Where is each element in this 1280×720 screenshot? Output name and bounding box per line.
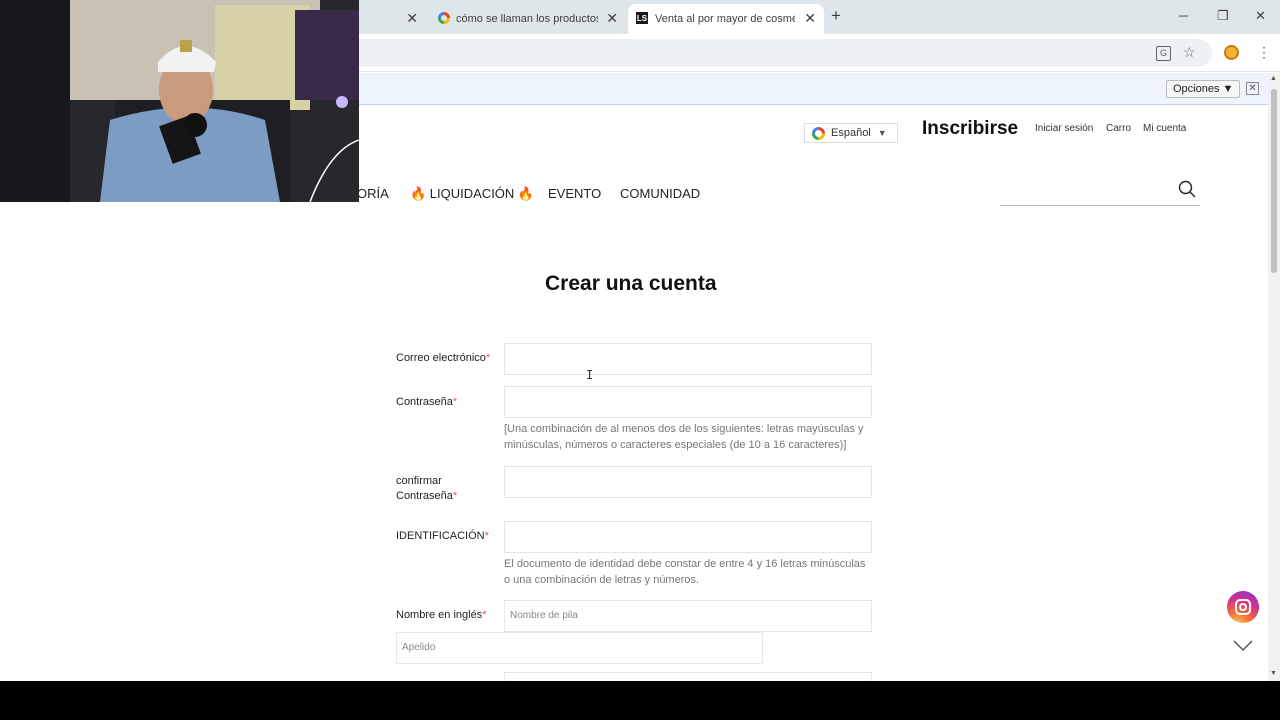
address-bar[interactable]	[300, 39, 1212, 67]
site-search-input[interactable]	[1000, 205, 1200, 206]
first-name-field[interactable]: Nombre de pila	[504, 600, 872, 632]
translate-options-button[interactable]: Opciones ▼	[1166, 80, 1241, 98]
english-name-label: Nombre en inglés*	[396, 609, 487, 621]
signup-link[interactable]: Inscribirse	[922, 118, 1018, 140]
cart-link[interactable]: Carro	[1106, 123, 1131, 134]
last-name-field[interactable]: Apelido	[396, 632, 763, 664]
scroll-up-arrow-icon[interactable]: ▲	[1270, 75, 1277, 82]
tab-close-icon[interactable]: ✕	[804, 10, 816, 26]
webcam-overlay	[0, 0, 359, 202]
translate-icon[interactable]: G	[1156, 46, 1171, 61]
password-field[interactable]	[504, 386, 872, 418]
minimize-button[interactable]: ─	[1179, 8, 1188, 23]
language-selector[interactable]: Español ▼	[804, 123, 898, 143]
tab-title: Venta al por mayor de cosmétic	[655, 13, 795, 25]
tab-close-icon[interactable]: ✕	[606, 10, 618, 26]
star-icon[interactable]: ☆	[1183, 44, 1196, 61]
nav-item-event[interactable]: EVENTO	[548, 186, 601, 201]
password-label: Contraseña*	[396, 396, 458, 408]
id-field[interactable]	[504, 521, 872, 553]
webcam-person-image	[0, 0, 359, 202]
nav-item-clearance[interactable]: 🔥 LIQUIDACIÓN 🔥	[410, 186, 534, 202]
translate-bar-close-icon[interactable]: ✕	[1246, 82, 1259, 95]
instagram-glyph	[1235, 599, 1251, 615]
account-link[interactable]: Mi cuenta	[1143, 123, 1186, 134]
google-logo-icon	[812, 126, 825, 140]
id-label: IDENTIFICACIÓN*	[396, 530, 489, 542]
tab-google-search[interactable]: cómo se llaman los productos d ✕	[430, 4, 626, 34]
tab-close-icon[interactable]: ✕	[406, 10, 418, 26]
id-hint: El documento de identidad debe constar d…	[504, 558, 866, 586]
tab-active-store[interactable]: LS Venta al por mayor de cosmétic ✕	[628, 4, 824, 34]
tab-title: cómo se llaman los productos d	[456, 13, 598, 25]
email-label: Correo electrónico*	[396, 352, 491, 364]
login-link[interactable]: Iniciar sesión	[1035, 123, 1093, 134]
extension-icon[interactable]	[1224, 45, 1239, 60]
new-tab-button[interactable]: +	[831, 7, 841, 25]
google-favicon-icon	[438, 12, 450, 24]
kebab-menu-icon[interactable]: ⋮	[1257, 44, 1271, 61]
password-hint: [Una combinación de al menos dos de los …	[504, 423, 864, 451]
store-favicon-icon: LS	[636, 12, 648, 24]
email-field[interactable]	[504, 343, 872, 375]
language-caret-icon: ▼	[877, 128, 887, 138]
scroll-thumb[interactable]	[1271, 89, 1277, 273]
scroll-down-arrow-icon[interactable]: ▼	[1270, 670, 1277, 677]
browser-window: ✕ cómo se llaman los productos d ✕ LS Ve…	[0, 0, 1280, 681]
window-close-button[interactable]: ✕	[1255, 8, 1266, 24]
language-label: Español	[831, 127, 871, 139]
search-icon[interactable]	[1178, 180, 1196, 198]
chevron-down-icon[interactable]	[1233, 640, 1253, 652]
page-scrollbar[interactable]: ▲ ▼	[1268, 73, 1280, 681]
confirm-password-label: confirmar Contraseña*	[396, 475, 458, 502]
nav-item-category[interactable]: ORÍA	[357, 186, 389, 201]
nav-item-community[interactable]: COMUNIDAD	[620, 186, 700, 201]
restore-button[interactable]: ❐	[1217, 8, 1229, 24]
confirm-password-field[interactable]	[504, 466, 872, 498]
next-field[interactable]	[504, 672, 872, 681]
page-title: Crear una cuenta	[545, 272, 717, 295]
text-cursor-icon: I	[586, 368, 594, 382]
instagram-icon[interactable]	[1227, 591, 1259, 623]
